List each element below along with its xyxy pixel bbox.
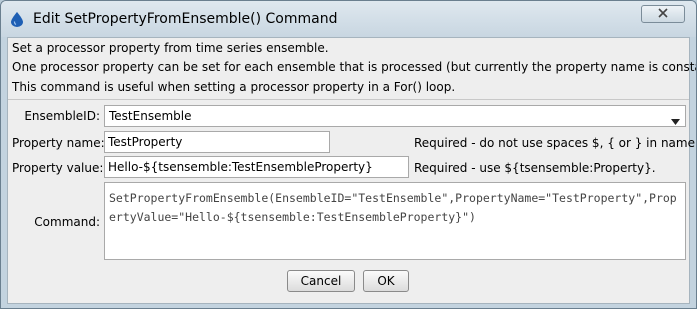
info-line-1: Set a processor property from time serie… [12, 41, 329, 55]
property-name-note: Required - do not use spaces $, { or } i… [414, 136, 697, 150]
property-name-field[interactable]: TestProperty [104, 131, 330, 153]
property-value-value: Hello-${tsensemble:TestEnsembleProperty} [108, 160, 373, 174]
cancel-button[interactable]: Cancel [287, 270, 355, 292]
title-bar[interactable]: Edit SetPropertyFromEnsemble() Command [1, 1, 696, 37]
property-value-field[interactable]: Hello-${tsensemble:TestEnsembleProperty} [104, 156, 409, 178]
droplet-icon [11, 12, 23, 27]
window-title: Edit SetPropertyFromEnsemble() Command [33, 11, 338, 27]
dialog-content: Set a processor property from time serie… [7, 37, 696, 304]
property-value-note: Required - use ${tsensemble:Property}. [414, 161, 656, 175]
ensemble-id-label: EnsembleID: [24, 109, 100, 123]
ensemble-id-value: TestEnsemble [109, 109, 192, 123]
command-label: Command: [34, 215, 100, 229]
chevron-down-icon [671, 114, 680, 125]
property-name-value: TestProperty [108, 135, 183, 149]
ok-button[interactable]: OK [363, 270, 409, 292]
separator [8, 99, 689, 100]
info-line-3: This command is useful when setting a pr… [12, 80, 456, 94]
property-value-label: Property value: [12, 161, 104, 175]
info-line-2: One processor property can be set for ea… [12, 60, 697, 74]
command-textarea[interactable]: SetPropertyFromEnsemble(EnsembleID="Test… [104, 182, 686, 260]
ensemble-id-select[interactable]: TestEnsemble [104, 105, 686, 127]
close-button[interactable] [641, 5, 685, 23]
property-name-label: Property name: [12, 136, 105, 150]
close-icon [658, 7, 668, 21]
dialog-window: Edit SetPropertyFromEnsemble() Command S… [0, 0, 697, 309]
